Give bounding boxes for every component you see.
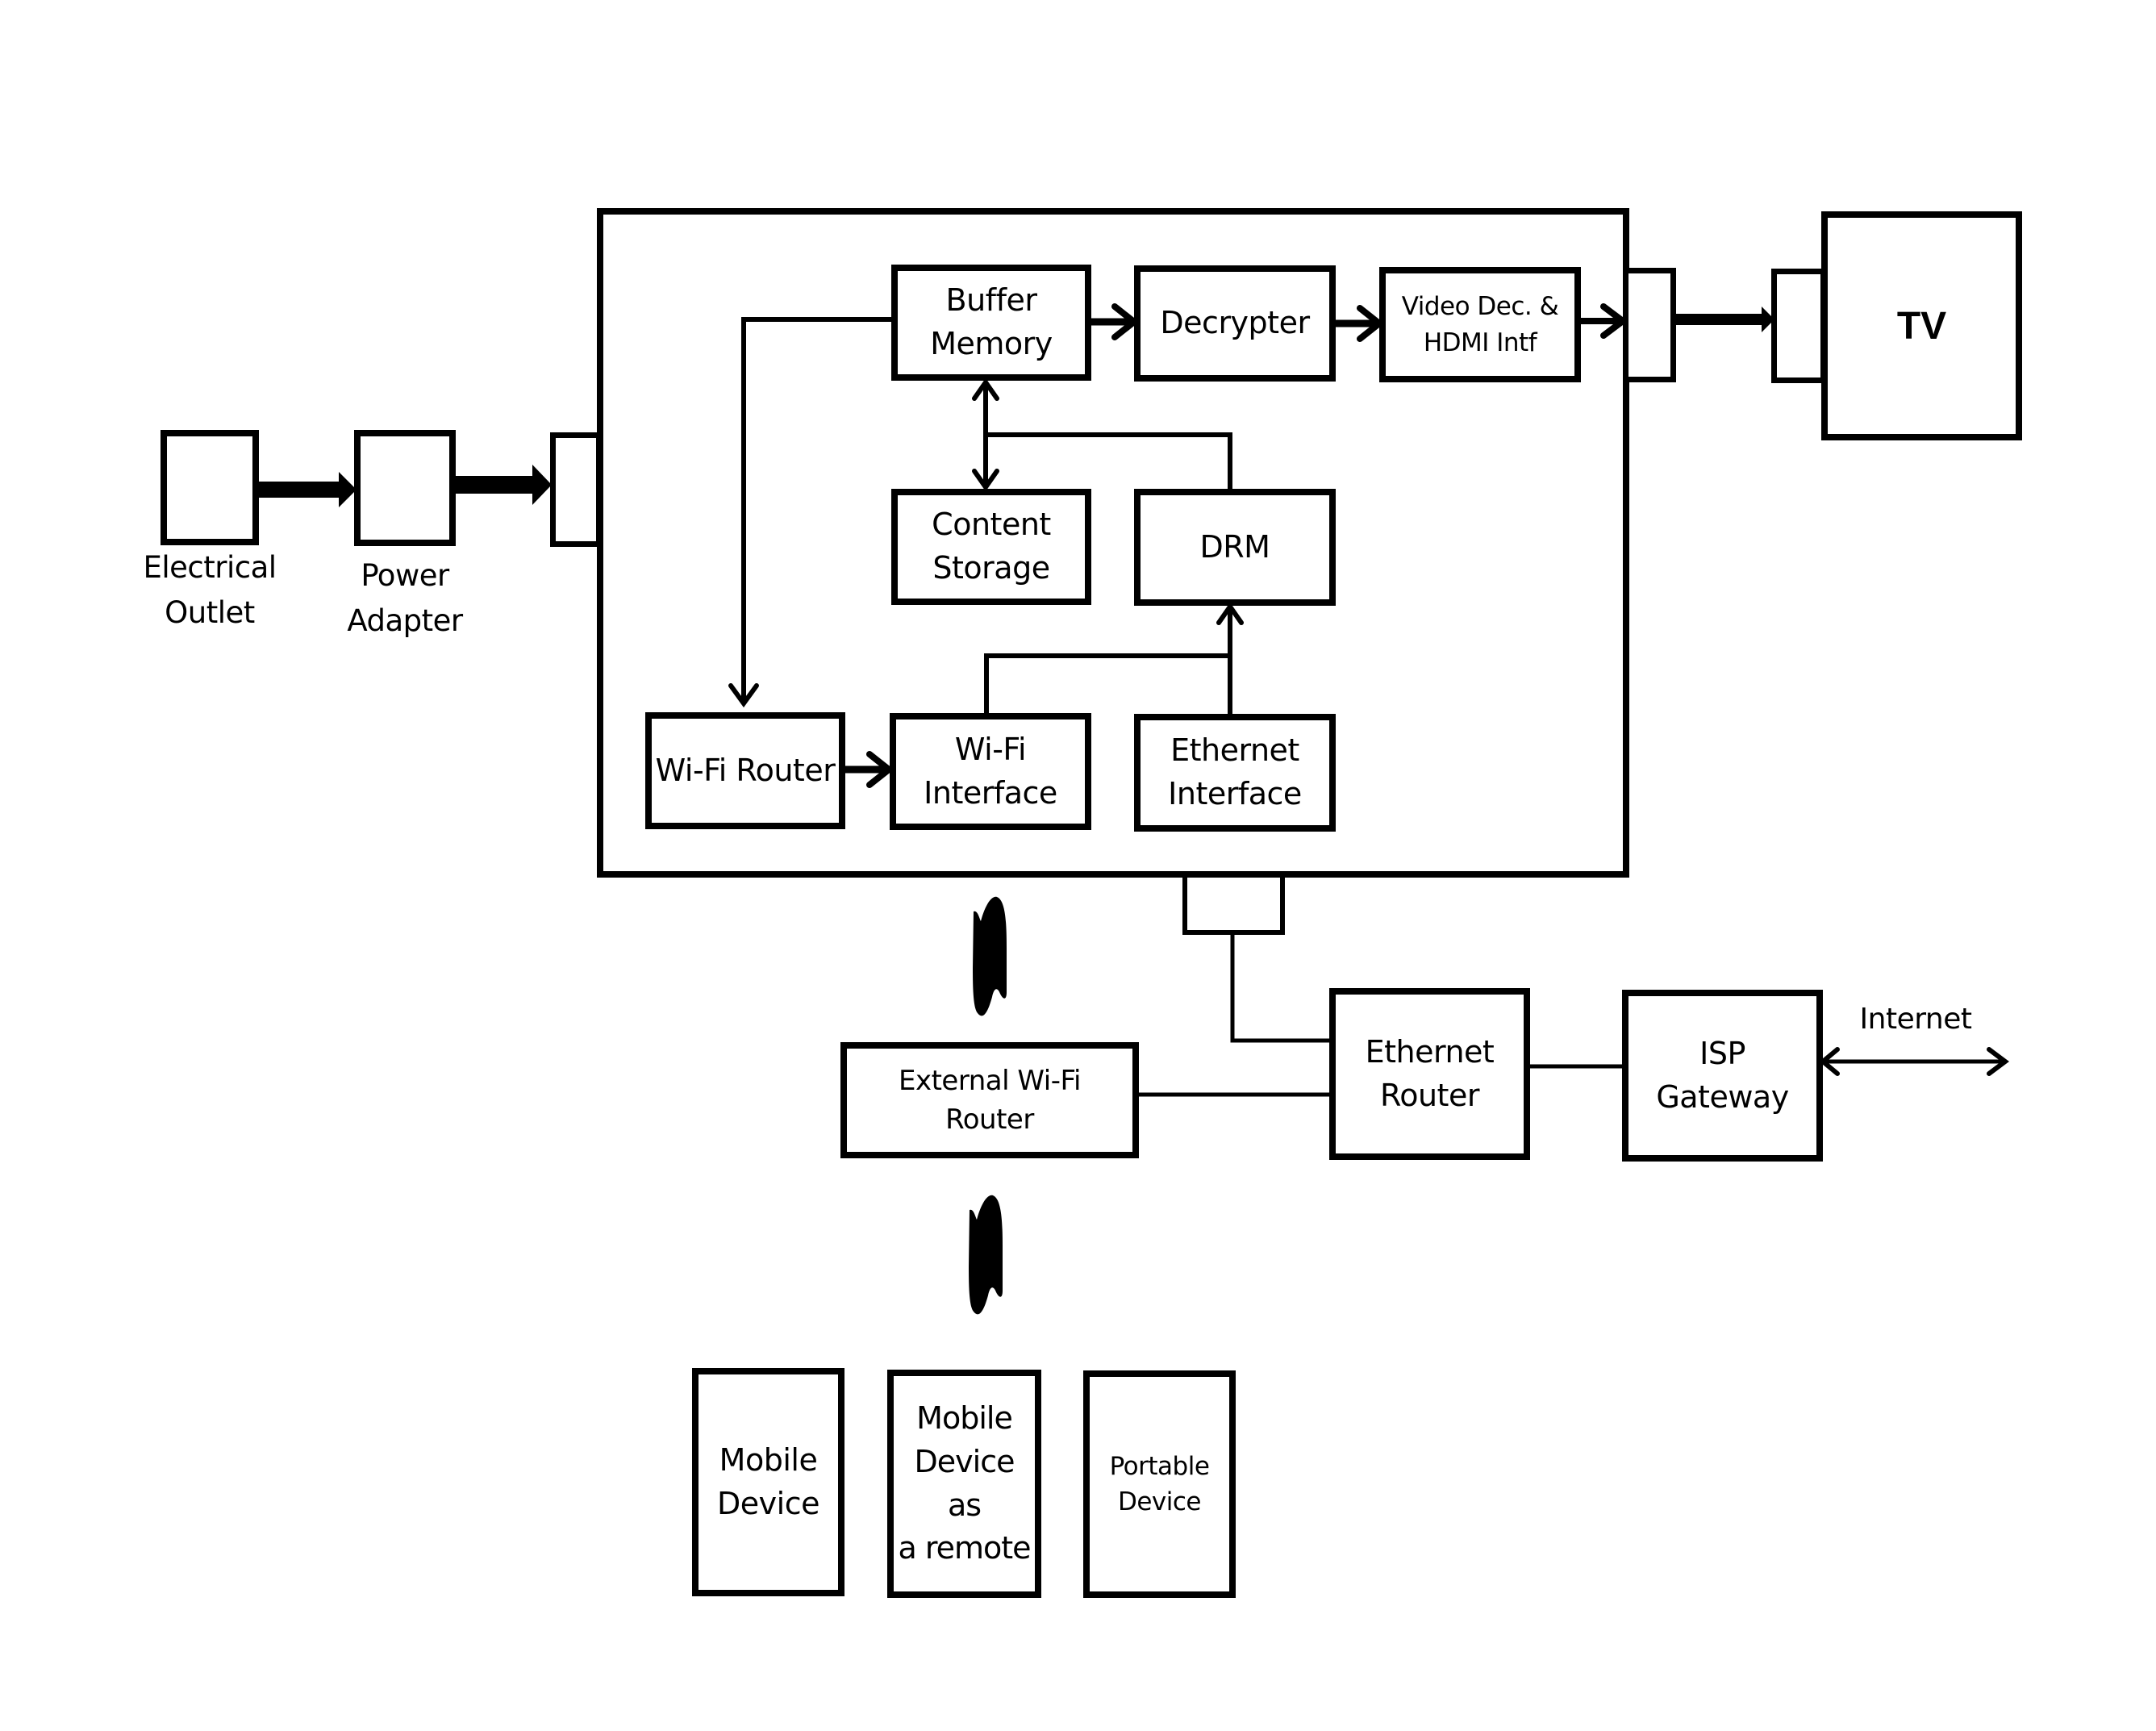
ethernet-interface-block: Ethernet Interface [1134,714,1336,832]
block-diagram: Electrical Outlet Power Adapter Buffer M… [0,0,2156,1731]
wireless-link-icon [973,896,1007,1016]
client-device-mobile: Mobile Device [692,1368,844,1596]
ethernet-router-block: Ethernet Router [1329,988,1530,1160]
tv-label: TV [1896,304,1947,348]
electrical-outlet-box [161,430,259,545]
arrow-hdmi-to-tv [1676,307,1774,332]
buffer-memory-block: Buffer Memory [891,265,1091,381]
hdmi-output-port [1623,268,1676,382]
tv-hdmi-input-port [1771,269,1826,383]
wireless-link-icon [969,1195,1003,1315]
drm-label: DRM [1199,528,1270,565]
power-adapter-label: Power Adapter [347,558,463,638]
power-adapter-box [354,430,456,546]
arrow-isp-internet [1819,1047,2009,1076]
client-device-label: Portable Device [1109,1451,1210,1516]
tv-block: TV [1821,211,2022,440]
content-storage-block: Content Storage [891,489,1091,605]
wifi-router-label: Wi-Fi Router [655,752,836,788]
line-ethernet-port-to-router [1230,934,1331,1043]
internet-label: Internet [1859,1003,1972,1036]
wifi-interface-block: Wi-Fi Interface [890,713,1091,830]
ethernet-port [1182,873,1285,935]
decrypter-label: Decrypter [1160,305,1310,341]
wifi-router-block: Wi-Fi Router [645,712,845,829]
buffer-memory-label: Buffer Memory [930,282,1053,361]
external-wifi-router-label: External Wi-Fi Router [899,1064,1082,1136]
client-device-label: Mobile Device as a remote [898,1399,1031,1566]
drm-block: DRM [1134,489,1336,606]
isp-gateway-label: ISP Gateway [1656,1035,1789,1115]
client-device-mobile-remote: Mobile Device as a remote [887,1370,1041,1598]
power-input-port [550,432,602,547]
client-device-label: Mobile Device [717,1441,819,1521]
power-arrow-outlet-to-adapter [258,472,357,507]
video-decoder-block: Video Dec. & HDMI Intf [1379,267,1581,382]
wifi-interface-label: Wi-Fi Interface [924,731,1057,811]
external-wifi-router-block: External Wi-Fi Router [840,1042,1139,1158]
isp-gateway-block: ISP Gateway [1622,990,1823,1162]
power-arrow-adapter-to-unit [455,465,552,505]
video-decoder-label: Video Dec. & HDMI Intf [1401,292,1559,357]
decrypter-block: Decrypter [1134,265,1336,382]
client-device-portable: Portable Device [1083,1370,1236,1598]
content-storage-label: Content Storage [932,507,1051,586]
ethernet-router-label: Ethernet Router [1365,1033,1495,1113]
ethernet-interface-label: Ethernet Interface [1168,732,1302,811]
electrical-outlet-label: Electrical Outlet [143,550,277,630]
